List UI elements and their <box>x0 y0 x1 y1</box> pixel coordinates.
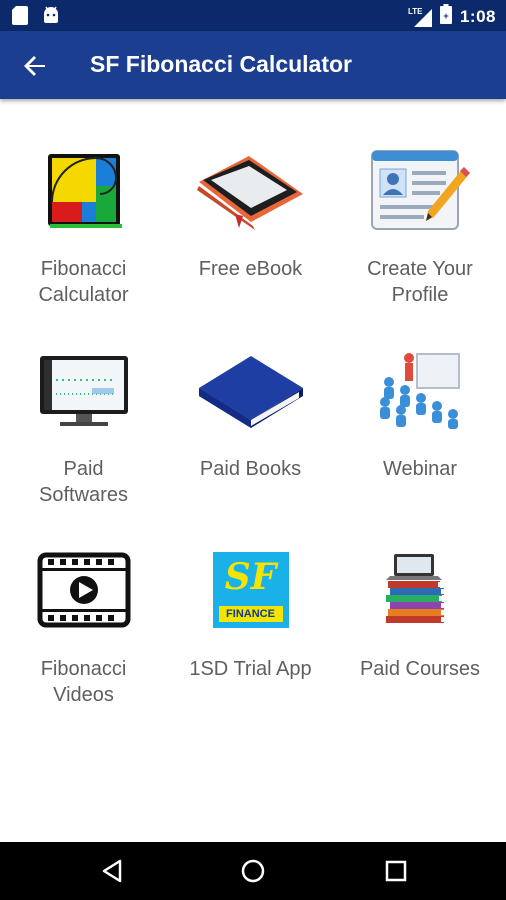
menu-item-label: Paid Courses <box>359 658 481 680</box>
battery-icon: + <box>439 4 452 29</box>
monitor-software-icon <box>36 352 132 428</box>
ereader-icon <box>195 150 307 230</box>
menu-grid: Fibonacci Calculator Free eBook Create Y… <box>0 130 506 730</box>
books-laptop-icon <box>380 550 460 630</box>
menu-item-free-ebook[interactable]: Free eBook <box>167 130 334 330</box>
home-circle-icon <box>238 859 268 890</box>
menu-item-label: Webinar <box>382 458 458 480</box>
menu-item-fibonacci-calculator[interactable]: Fibonacci Calculator <box>0 130 167 330</box>
back-button[interactable] <box>20 51 50 81</box>
menu-item-label: Paid Books <box>199 458 302 480</box>
menu-item-paid-books[interactable]: Paid Books <box>167 330 334 530</box>
status-bar: LTE + 1:08 <box>0 0 506 31</box>
nav-recents-button[interactable] <box>381 856 411 886</box>
recents-square-icon <box>381 860 411 890</box>
svg-text:+: + <box>443 11 448 21</box>
arrow-left-icon <box>20 56 50 85</box>
nav-home-button[interactable] <box>238 856 268 886</box>
menu-item-create-profile[interactable]: Create Your Profile <box>334 130 506 330</box>
menu-item-label: Fibonacci Calculator <box>38 258 129 306</box>
system-nav-bar <box>0 842 506 900</box>
page-title: SF Fibonacci Calculator <box>90 51 352 77</box>
blue-book-icon <box>195 350 307 430</box>
logo-text-sf: SF <box>224 556 277 598</box>
menu-item-label: Free eBook <box>198 258 303 280</box>
profile-form-icon <box>368 147 472 233</box>
lte-signal-icon: LTE <box>408 7 432 27</box>
back-triangle-icon <box>98 859 128 890</box>
menu-item-webinar[interactable]: Webinar <box>334 330 506 530</box>
menu-item-label: Paid Softwares <box>39 458 128 506</box>
video-film-icon <box>37 552 131 628</box>
menu-item-1sd-trial-app[interactable]: SF FINANCE 1SD Trial App <box>167 530 334 730</box>
menu-item-label: Create Your Profile <box>367 258 473 306</box>
menu-item-fibonacci-videos[interactable]: Fibonacci Videos <box>0 530 167 730</box>
network-type: LTE <box>407 6 423 16</box>
fibonacci-spiral-icon <box>46 152 122 228</box>
menu-item-label: Fibonacci Videos <box>40 658 127 706</box>
logo-text-finance: FINANCE <box>218 606 283 622</box>
sd-card-icon <box>12 6 28 30</box>
webinar-audience-icon <box>375 350 465 430</box>
menu-item-paid-softwares[interactable]: Paid Softwares <box>0 330 167 530</box>
clock: 1:08 <box>459 6 496 26</box>
menu-item-paid-courses[interactable]: Paid Courses <box>334 530 506 730</box>
nav-back-button[interactable] <box>98 856 128 886</box>
app-toolbar: SF Fibonacci Calculator <box>0 31 506 99</box>
menu-item-label: 1SD Trial App <box>189 658 312 680</box>
android-icon <box>42 6 60 30</box>
sf-finance-logo-icon: SF FINANCE <box>212 552 289 628</box>
